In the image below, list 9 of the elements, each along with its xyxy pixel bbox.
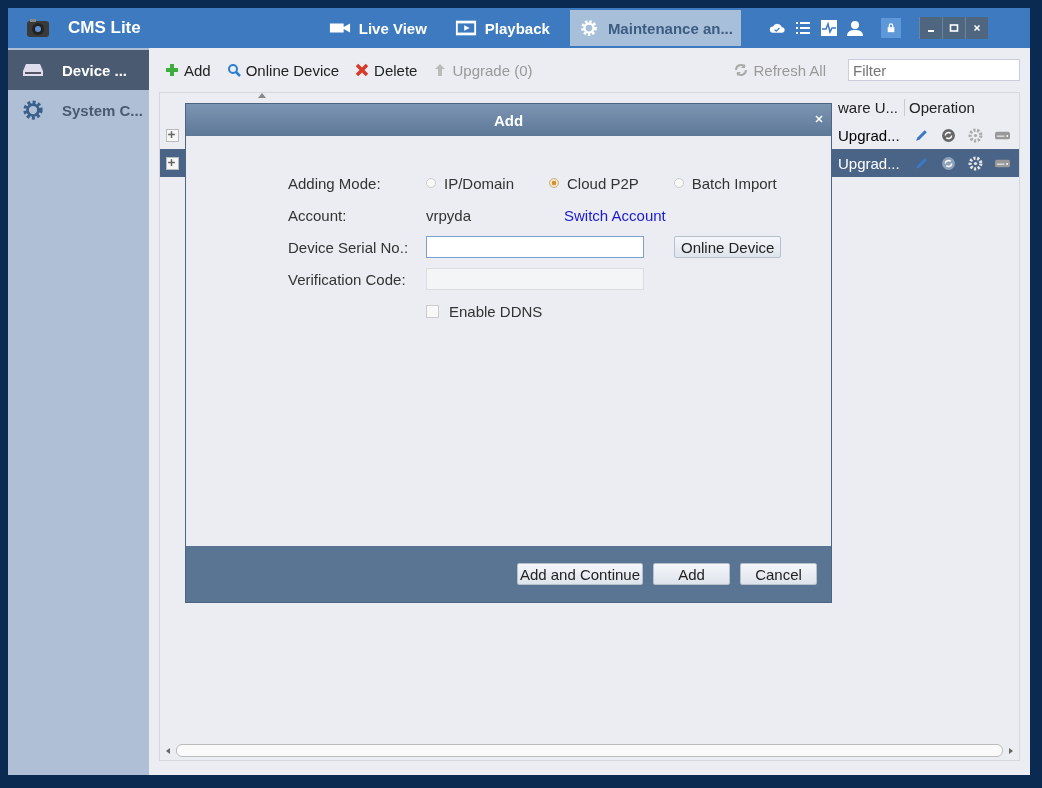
field-label: Verification Code: [288,269,407,290]
dialog-title: Add [493,111,524,129]
account-name: vrpyda [426,206,472,224]
app-title: CMS Lite [68,18,141,38]
field-label: Adding Mode: [288,173,382,194]
field-label: Device Serial No.: [288,237,410,258]
table-cell-text: Upgrad... [838,154,901,172]
table-cell-text: Upgrad... [838,126,901,144]
field-label: Account: [288,205,348,226]
